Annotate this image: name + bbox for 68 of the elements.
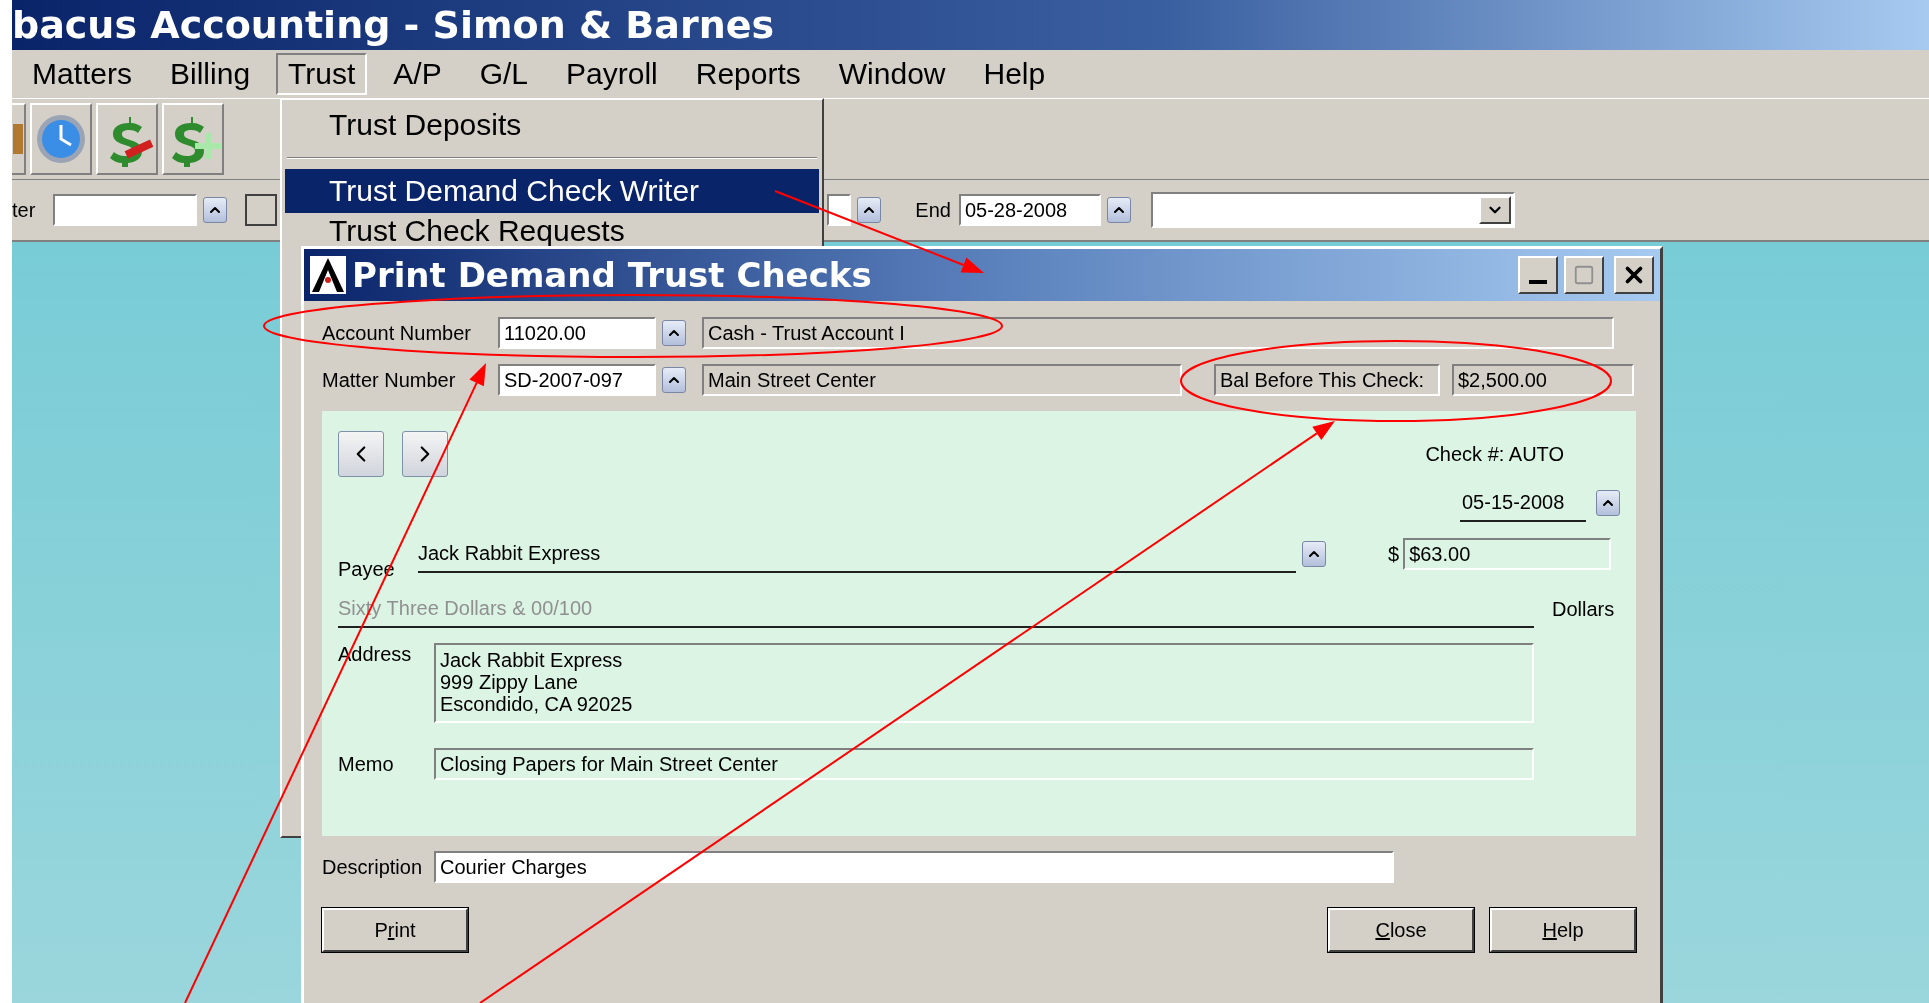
dropdown-button[interactable] [1478,196,1511,224]
balance-label: Bal Before This Check: [1214,364,1440,396]
menu-item[interactable]: Reports [683,53,813,95]
address-line: 999 Zippy Lane [440,671,579,693]
minimize-button[interactable] [1518,256,1558,294]
menu-item[interactable]: Trust Check Requests [285,213,819,249]
menu-item[interactable]: G/L [467,53,541,95]
balance-display: $2,500.00 [1452,364,1634,396]
spin-button[interactable] [662,320,686,346]
menu-item[interactable]: Trust [276,53,368,95]
maximize-button[interactable] [1564,256,1604,294]
matter-number-field[interactable]: SD-2007-097 [498,364,656,396]
currency-label: $ [1388,542,1400,566]
box-icon [13,124,23,154]
account-name-display: Cash - Trust Account I [702,317,1614,349]
maximize-icon [1573,264,1595,286]
address-line: Jack Rabbit Express [440,649,624,671]
matter-field[interactable] [53,194,198,226]
toolbar-button[interactable] [30,103,92,175]
field-label: Memo [338,752,395,776]
amount-field[interactable]: $63.00 [1403,538,1612,570]
menu-item[interactable]: Window [826,53,958,95]
filter-label: ter [12,198,36,222]
spin-button[interactable] [857,197,882,223]
description-field[interactable]: Courier Charges [434,851,1394,883]
menu-item[interactable]: Matters [20,53,145,95]
menu-item[interactable]: Payroll [554,53,670,95]
toolbar-button[interactable] [96,103,158,175]
spin-button[interactable] [1106,197,1131,223]
next-button[interactable] [402,431,448,477]
close-button[interactable]: Close [1328,908,1474,952]
end-label: End [915,198,951,222]
field-label: Account Number [322,321,472,345]
menu-item[interactable]: Help [971,53,1058,95]
end-date-field[interactable]: 05-28-2008 [958,194,1101,226]
print-button[interactable]: Print [322,908,468,952]
window-title: bacus Accounting - Simon & Barnes [12,3,775,47]
menu-item[interactable]: A/P [381,53,454,95]
menu-item[interactable]: Trust Demand Check Writer [285,169,819,213]
spin-button[interactable] [1302,541,1326,567]
toolbar-button[interactable] [12,103,26,175]
minimize-icon [1529,280,1547,284]
close-button[interactable] [1614,256,1654,294]
dollars-label: Dollars [1552,597,1615,621]
spin-button[interactable] [662,367,686,393]
check-number: Check #: AUTO [1425,442,1564,466]
toolbar-button[interactable] [162,103,224,175]
dialog-title: Print Demand Trust Checks [352,255,873,295]
payee-field[interactable]: Jack Rabbit Express [418,535,1296,573]
help-button[interactable]: Help [1490,908,1636,952]
memo-field[interactable]: Closing Papers for Main Street Center [434,748,1534,780]
spin-button[interactable] [203,197,228,223]
clock-icon [35,113,87,165]
field-label: Description [322,855,424,879]
address-line: Escondido, CA 92025 [440,693,634,715]
date-field[interactable]: 05-15-2008 [1460,484,1586,522]
checkbox[interactable] [245,194,278,226]
account-number-field[interactable]: 11020.00 [498,317,656,349]
logo-icon [310,256,346,294]
menu-item[interactable]: Billing [158,53,263,95]
matter-name-display: Main Street Center [702,364,1182,396]
previous-button[interactable] [338,431,384,477]
menu-item[interactable]: Trust Deposits [285,103,819,147]
address-field[interactable]: Jack Rabbit Express 999 Zippy Lane Escondido, CA 92025 [434,643,1534,723]
dropdown-field[interactable] [1150,192,1515,228]
field-label: Matter Number [322,368,457,392]
start-date-field[interactable] [827,194,852,226]
spin-button[interactable] [1596,490,1620,516]
